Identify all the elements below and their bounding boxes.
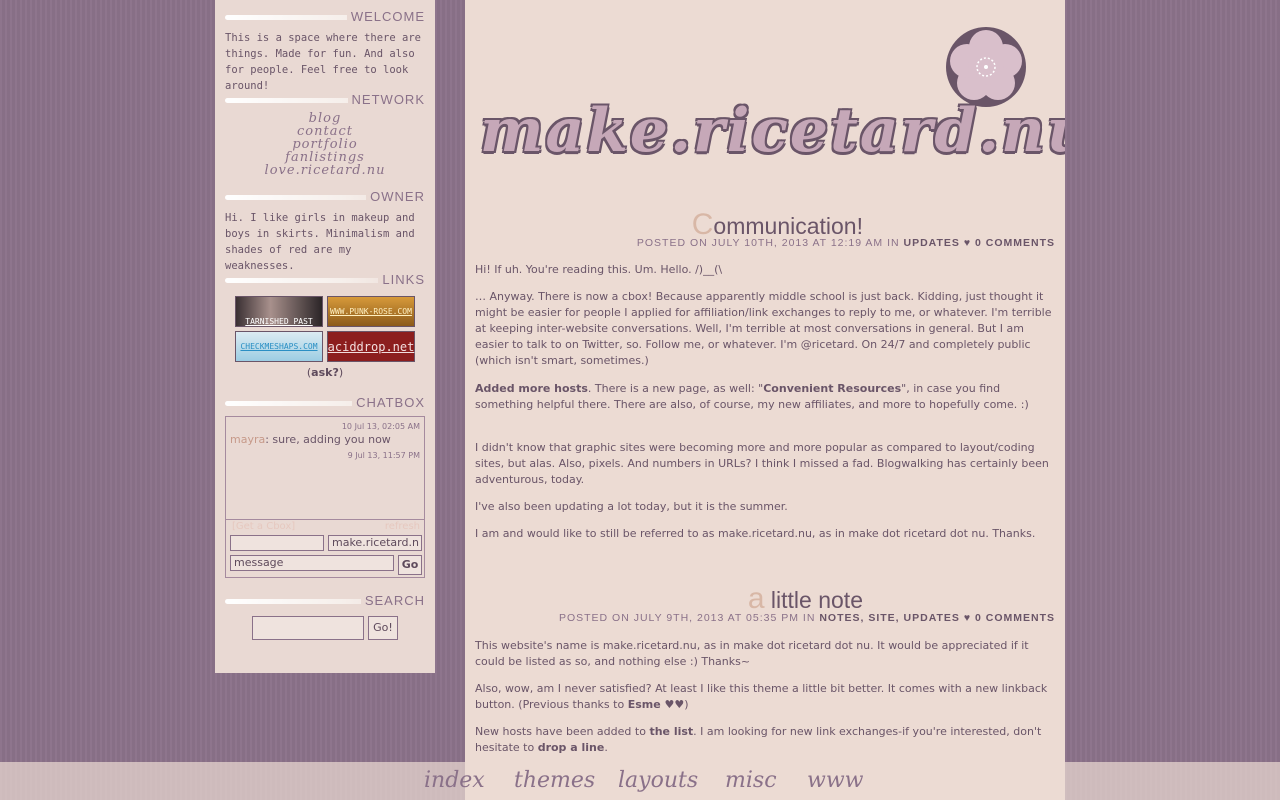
network-links: blog contact portfolio fanlistings love.…: [225, 112, 425, 177]
owner-title: OWNER: [366, 189, 425, 205]
chat-date-1: 10 Jul 13, 02:05 AM: [341, 422, 420, 431]
links-header: LINKS: [225, 272, 425, 288]
ask-link-wrap: (ask?): [306, 366, 344, 379]
link-button-checkmeshaps[interactable]: CHECKMESHAPS.COM: [235, 331, 323, 362]
post-title-text: little note: [764, 587, 863, 613]
welcome-text: This is a space where there are things. …: [225, 32, 421, 92]
get-cbox-link[interactable]: [Get a Cbox]: [232, 521, 295, 532]
main-content: make.ricetard.nu Communication! POSTED O…: [465, 0, 1065, 800]
welcome-title: WELCOME: [346, 9, 425, 25]
chat-date-2: 9 Jul 13, 11:57 PM: [347, 451, 420, 460]
post-paragraph: Hi! If uh. You're reading this. Um. Hell…: [475, 263, 723, 276]
network-title: NETWORK: [347, 92, 425, 108]
chat-go-button[interactable]: Go: [398, 555, 422, 575]
search-input[interactable]: [252, 616, 364, 640]
nav-misc[interactable]: misc: [725, 768, 777, 793]
post-paragraph: Added more hosts. There is a new page, a…: [475, 382, 1029, 411]
chat-url-input[interactable]: make.ricetard.n: [328, 535, 422, 551]
post-paragraph: This website's name is make.ricetard.nu,…: [475, 639, 1029, 668]
owner-text: Hi. I like girls in makeup and boys in s…: [225, 212, 415, 272]
post-categories[interactable]: NOTES, SITE, UPDATES: [819, 612, 960, 624]
nav-index[interactable]: index: [424, 768, 485, 793]
network-link-love[interactable]: love.ricetard.nu: [225, 164, 425, 177]
chatbox-links: [Get a Cbox] refresh: [232, 521, 420, 532]
refresh-link[interactable]: refresh: [385, 521, 420, 532]
post-meta: POSTED ON JULY 9TH, 2013 AT 05:35 PM IN …: [558, 612, 1055, 624]
convenient-resources-link[interactable]: Convenient Resources: [763, 382, 901, 395]
site-logo[interactable]: make.ricetard.nu: [480, 96, 1065, 166]
link-button-tarnished-past[interactable]: TARNISHED PAST: [235, 296, 323, 327]
chatbox-title: CHATBOX: [352, 395, 425, 411]
chat-nick[interactable]: mayra: [230, 433, 265, 446]
link-button-punk-rose[interactable]: WWW.PUNK-ROSE.COM: [327, 296, 415, 327]
chat-message-input[interactable]: message: [230, 555, 394, 571]
post-paragraph: I didn't know that graphic sites were be…: [475, 441, 1049, 486]
post-paragraph: Also, wow, am I never satisfied? At leas…: [475, 682, 1048, 711]
sidebar: WELCOME This is a space where there are …: [215, 0, 435, 673]
post-categories[interactable]: UPDATES: [904, 237, 960, 249]
links-title: LINKS: [378, 272, 425, 288]
post-title[interactable]: a little note: [748, 582, 863, 616]
post-title-cap: a: [747, 582, 765, 615]
esme-link[interactable]: Esme ♥♥: [628, 698, 685, 711]
ask-link[interactable]: ask?: [311, 366, 339, 379]
chatbox: 10 Jul 13, 02:05 AM mayra: sure, adding …: [225, 416, 425, 578]
post-title-text: ommunication!: [713, 213, 863, 239]
post-paragraph: New hosts have been added to the list. I…: [475, 725, 1042, 754]
chat-text: : sure, adding you now: [265, 433, 391, 446]
search-go-button[interactable]: Go!: [368, 616, 398, 640]
search-header: SEARCH: [225, 593, 425, 609]
the-list-link[interactable]: the list: [649, 725, 693, 738]
chatbox-messages[interactable]: 10 Jul 13, 02:05 AM mayra: sure, adding …: [226, 417, 424, 520]
post-comments-link[interactable]: ♥ 0 COMMENTS: [964, 237, 1055, 249]
link-button-aciddrop[interactable]: aciddrop.net: [327, 331, 415, 362]
network-header: NETWORK: [225, 92, 425, 108]
chatbox-header: CHATBOX: [225, 395, 425, 411]
post-comments-link[interactable]: ♥ 0 COMMENTS: [964, 612, 1055, 624]
hosts-link[interactable]: Added more hosts: [475, 382, 588, 395]
drop-a-line-link[interactable]: drop a line: [538, 741, 605, 754]
welcome-header: WELCOME: [225, 9, 425, 25]
bottom-nav: index themes layouts misc www: [0, 762, 1280, 800]
nav-www[interactable]: www: [807, 768, 864, 793]
chat-message: mayra: sure, adding you now: [230, 433, 391, 446]
post-paragraph: I am and would like to still be referred…: [475, 527, 1036, 540]
post-paragraph: I've also been updating a lot today, but…: [475, 500, 788, 513]
chat-name-input[interactable]: [230, 535, 324, 551]
nav-themes[interactable]: themes: [514, 768, 595, 793]
nav-layouts[interactable]: layouts: [618, 768, 698, 793]
post-paragraph: … Anyway. There is now a cbox! Because a…: [475, 290, 1052, 367]
search-title: SEARCH: [360, 593, 425, 609]
owner-header: OWNER: [225, 189, 425, 205]
post-meta: POSTED ON JULY 10TH, 2013 AT 12:19 AM IN…: [636, 237, 1055, 249]
